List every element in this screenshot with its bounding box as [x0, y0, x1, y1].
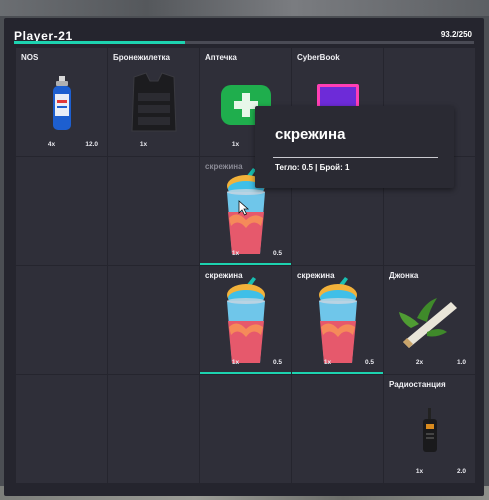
slot-underline	[200, 372, 291, 374]
inventory-slot-slush-drink[interactable]: скрежина 1x 0.5	[200, 266, 291, 374]
slot-label: Аптечка	[205, 53, 237, 62]
joint-icon	[384, 284, 475, 360]
inventory-slot-vest[interactable]: Бронежилетка 1x	[108, 48, 199, 156]
slot-label: Бронежилетка	[113, 53, 170, 62]
slot-quantity: 1x	[231, 141, 240, 148]
game-background-top	[0, 0, 489, 16]
slot-weight: 0.5	[272, 250, 282, 257]
item-tooltip: скрежина Тегло: 0.5 | Брой: 1	[255, 106, 454, 188]
inventory-slot-slush-drink[interactable]: скрежина 1x 0.5	[292, 266, 383, 374]
inventory-slot-empty[interactable]	[16, 266, 107, 374]
inventory-slot-empty[interactable]	[108, 157, 199, 265]
slot-weight: 1.0	[456, 359, 466, 366]
slush-drink-icon	[292, 277, 383, 363]
nos-bottle-icon	[16, 66, 107, 142]
inventory-slot-nos-bottle[interactable]: NOS 4x 12.0	[16, 48, 107, 156]
weight-bar	[14, 41, 474, 44]
weight-readout: 93.2/250	[440, 30, 472, 39]
slot-label: CyberBook	[297, 53, 340, 62]
slot-weight: 0.5	[272, 359, 282, 366]
slot-label: NOS	[21, 53, 39, 62]
slot-quantity: 1x	[415, 468, 424, 475]
inventory-slot-empty[interactable]	[16, 375, 107, 483]
inventory-slot-empty[interactable]	[16, 157, 107, 265]
slot-quantity: 1x	[231, 359, 240, 366]
slot-weight: 2.0	[456, 468, 466, 475]
slot-quantity: 1x	[139, 141, 148, 148]
slush-drink-icon	[200, 277, 291, 363]
inventory-slot-empty[interactable]	[108, 266, 199, 374]
slot-label: Джонка	[389, 271, 419, 280]
inventory-slot-joint[interactable]: Джонка 2x 1.0	[384, 266, 475, 374]
slot-quantity: 1x	[323, 359, 332, 366]
tooltip-divider	[273, 157, 438, 158]
slot-quantity: 2x	[415, 359, 424, 366]
radio-icon	[384, 393, 475, 469]
inventory-slot-empty[interactable]	[292, 375, 383, 483]
slot-quantity: 4x	[47, 141, 56, 148]
inventory-slot-radio[interactable]: Радиостанция 1x 2.0	[384, 375, 475, 483]
inventory-slot-empty[interactable]	[108, 375, 199, 483]
slot-label: Радиостанция	[389, 380, 446, 389]
slot-weight: 12.0	[85, 141, 98, 148]
vest-icon	[108, 66, 199, 142]
slot-underline	[200, 263, 291, 265]
inventory-panel: Player-21 93.2/250 NOS 4x 12.0 Бронежилетка…	[4, 18, 484, 496]
inventory-slot-empty[interactable]	[200, 375, 291, 483]
slot-quantity: 1x	[231, 250, 240, 257]
slot-underline	[292, 372, 383, 374]
mouse-cursor-icon	[238, 200, 250, 216]
weight-bar-fill	[14, 41, 186, 44]
slot-weight: 0.5	[364, 359, 374, 366]
tooltip-title: скрежина	[275, 126, 346, 143]
tooltip-stats: Тегло: 0.5 | Брой: 1	[275, 163, 350, 172]
